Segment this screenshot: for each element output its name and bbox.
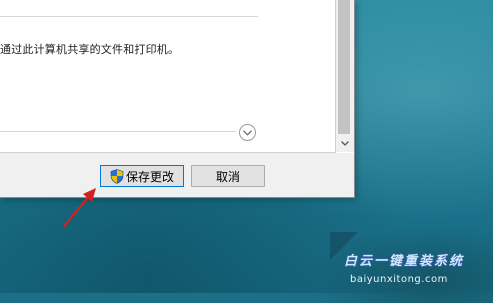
- cancel-button[interactable]: 取消: [191, 165, 265, 187]
- uac-shield-icon: [110, 168, 124, 184]
- section-divider-top: [0, 16, 258, 17]
- watermark-url: baiyunxitong.com: [350, 274, 448, 285]
- scroll-down-button[interactable]: [338, 136, 352, 150]
- sharing-description-text: 通过此计算机共享的文件和打印机。: [0, 43, 180, 56]
- chevron-down-circle-icon: [243, 129, 252, 136]
- watermark: 白云一键重装系统 baiyunxitong.com: [330, 232, 493, 293]
- settings-content-panel: 通过此计算机共享的文件和打印机。: [0, 0, 336, 153]
- scrollbar-thumb[interactable]: [338, 0, 350, 134]
- section-divider-bottom: [0, 131, 236, 132]
- expand-section-button[interactable]: [239, 124, 256, 141]
- save-changes-label: 保存更改: [125, 169, 174, 184]
- cancel-label: 取消: [215, 169, 240, 184]
- chevron-down-icon: [341, 140, 349, 146]
- watermark-title: 白云一键重装系统: [344, 254, 465, 269]
- save-changes-button[interactable]: 保存更改: [100, 165, 184, 187]
- red-arrow-icon: [62, 188, 96, 228]
- vertical-scrollbar[interactable]: [336, 0, 354, 152]
